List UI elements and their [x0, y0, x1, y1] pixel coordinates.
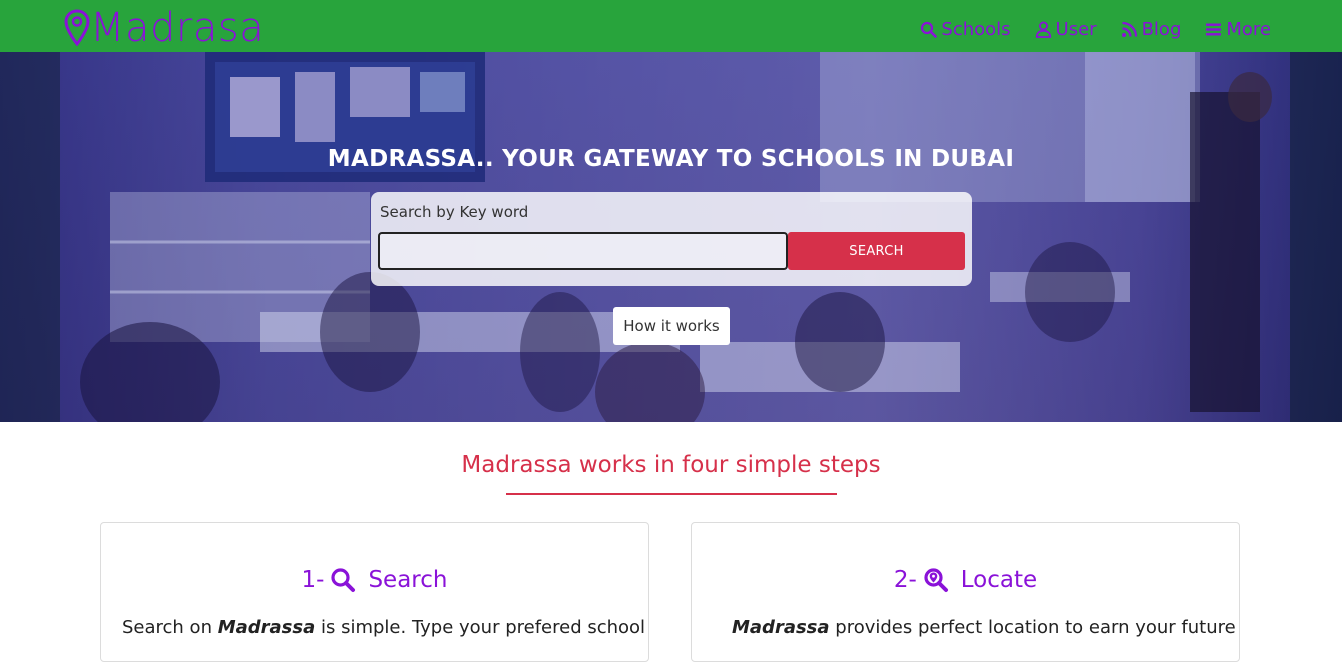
step-card-search: 1- Search Search on Madrassa is simple. … — [100, 522, 649, 662]
hero-title: MADRASSA.. YOUR GATEWAY TO SCHOOLS IN DU… — [327, 146, 1015, 172]
search-label: Search by Key word — [380, 203, 529, 221]
heading-underline — [506, 493, 837, 495]
nav-user-label: User — [1055, 19, 1097, 40]
nav-blog-label: Blog — [1141, 19, 1182, 40]
top-navbar: Madrasa Schools User Blog More — [0, 0, 1342, 52]
step-number: 1- — [301, 567, 325, 593]
map-pin-icon — [64, 9, 90, 47]
map-search-icon — [924, 568, 948, 592]
how-it-works-button[interactable]: How it works — [613, 307, 730, 345]
step-title: 1- Search — [101, 567, 648, 593]
search-panel: Search by Key word SEARCH — [371, 192, 972, 286]
nav-blog[interactable]: Blog — [1121, 19, 1182, 40]
step-number: 2- — [893, 567, 917, 593]
user-icon — [1035, 21, 1051, 38]
step-card-locate: 2- Locate Madrassa provides perfect loca… — [691, 522, 1240, 662]
nav-schools-label: Schools — [941, 19, 1011, 40]
step-title-label: Locate — [960, 567, 1038, 593]
brand-name: Madrasa — [90, 5, 265, 51]
main-nav: Schools User Blog More — [896, 19, 1271, 40]
steps-heading: Madrassa works in four simple steps — [461, 452, 881, 478]
nav-more[interactable]: More — [1205, 19, 1271, 40]
keyword-search-input[interactable] — [378, 232, 788, 270]
rss-icon — [1121, 21, 1137, 37]
nav-user[interactable]: User — [1035, 19, 1097, 40]
search-icon — [921, 21, 938, 38]
hero-banner: MADRASSA.. YOUR GATEWAY TO SCHOOLS IN DU… — [0, 52, 1342, 422]
nav-more-label: More — [1226, 19, 1271, 40]
menu-icon — [1206, 23, 1222, 36]
search-button[interactable]: SEARCH — [788, 232, 965, 270]
search-icon — [331, 568, 356, 592]
brand-logo[interactable]: Madrasa — [64, 6, 264, 50]
step-title: 2- Locate — [692, 567, 1239, 593]
nav-schools[interactable]: Schools — [920, 19, 1011, 40]
step-title-label: Search — [368, 567, 448, 593]
